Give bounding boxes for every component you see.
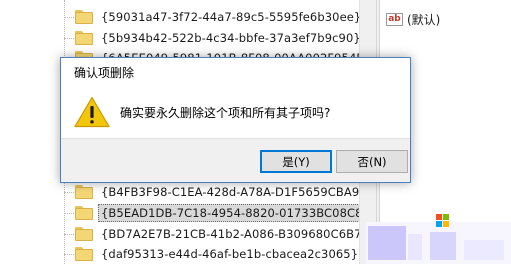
tree-item-label: {59031a47-3f72-44a7-89c5-5595fe6b30ee} [101,10,362,24]
tree-item[interactable]: {59031a47-3f72-44a7-89c5-5595fe6b30ee} [64,6,364,28]
yes-button[interactable]: 是(Y) [260,150,332,173]
confirm-delete-dialog: 确认项删除 确实要永久删除这个项和所有其子项吗? 是(Y) 否(N) [60,57,411,183]
tree-item-label: {B5EAD1DB-7C18-4954-8820-01733BC08C82} [98,204,380,222]
tree-item[interactable]: {BD7A2E7B-21CB-41b2-A086-B309680C6B7E} [64,223,379,245]
folder-icon [75,31,93,45]
folder-icon [75,227,93,241]
folder-icon [75,206,93,220]
dialog-button-bar: 是(Y) 否(N) [61,138,410,182]
warning-icon [74,96,110,128]
string-value-icon: ab [386,12,403,26]
tree-item-label: {daf95313-e44d-46af-be1b-cbacea2c3065} [101,247,359,261]
value-row-default[interactable]: ab (默认) [386,10,440,28]
folder-icon [75,247,93,261]
tree-item-label: {B4FB3F98-C1EA-428d-A78A-D1F5659CBA93} [101,185,375,199]
dialog-titlebar[interactable]: 确认项删除 [61,58,410,86]
no-button[interactable]: 否(N) [336,150,408,173]
folder-icon [75,10,93,24]
tree-item-label: {5b934b42-522b-4c34-bbfe-37a3ef7b9c90} [101,31,361,45]
tree-item[interactable]: {5b934b42-522b-4c34-bbfe-37a3ef7b9c90} [64,27,364,49]
dialog-title: 确认项删除 [74,65,135,80]
dialog-message: 确实要永久删除这个项和所有其子项吗? [120,105,331,120]
tree-item[interactable]: {daf95313-e44d-46af-be1b-cbacea2c3065} [64,243,361,264]
value-name: (默认) [407,12,441,27]
dialog-body: 确实要永久删除这个项和所有其子项吗? [61,86,410,138]
windows-logo-icon [436,214,450,228]
tree-item-label: {BD7A2E7B-21CB-41b2-A086-B309680C6B7E} [101,227,377,241]
tree-item[interactable]: {B4FB3F98-C1EA-428d-A78A-D1F5659CBA93} [64,181,377,203]
watermark-logo [366,214,511,264]
folder-icon [75,185,93,199]
tree-item-selected[interactable]: {B5EAD1DB-7C18-4954-8820-01733BC08C82} [64,202,380,224]
